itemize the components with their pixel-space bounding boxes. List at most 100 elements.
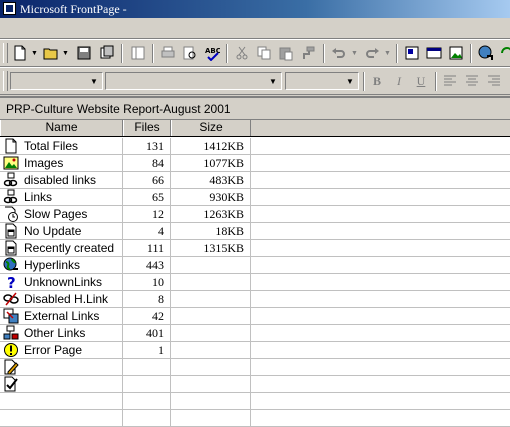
files-cell: 12 [123, 206, 171, 222]
frontpage-app-icon[interactable] [3, 2, 16, 15]
redo-dropdown-arrow-icon[interactable]: ▼ [383, 44, 392, 62]
row-label: UnknownLinks [24, 275, 103, 289]
name-cell: Disabled H.Link [0, 291, 123, 307]
files-cell [123, 410, 171, 426]
size-column-header[interactable]: Size [171, 120, 251, 136]
broken-link-icon [3, 291, 19, 307]
insert-table-icon[interactable] [424, 44, 444, 62]
align-right-icon[interactable] [484, 72, 504, 90]
toolbar-grip[interactable] [3, 43, 8, 63]
table-row[interactable]: Disabled H.Link 8 [0, 291, 510, 308]
table-row[interactable] [0, 393, 510, 410]
table-row[interactable] [0, 376, 510, 393]
toolbar-separator [396, 44, 398, 63]
spelling-icon[interactable]: ABC [202, 44, 222, 62]
size-cell: 1412KB [171, 138, 251, 154]
undo-dropdown-arrow-icon[interactable]: ▼ [350, 44, 359, 62]
table-row[interactable]: ? UnknownLinks 10 [0, 274, 510, 291]
new-page-icon[interactable] [10, 44, 30, 62]
paste-icon[interactable] [276, 44, 296, 62]
row-label: Recently created [24, 241, 115, 255]
table-row[interactable]: disabled links 66 483KB [0, 172, 510, 189]
toolbar-separator [121, 44, 123, 63]
chain-link-icon [3, 189, 19, 205]
name-cell: Error Page [0, 342, 123, 358]
name-cell [0, 393, 123, 409]
font-size-select[interactable]: ▼ [285, 72, 359, 90]
files-column-header[interactable]: Files [123, 120, 171, 136]
table-row[interactable]: Other Links 401 [0, 325, 510, 342]
align-left-icon[interactable] [440, 72, 460, 90]
image-icon [3, 155, 19, 171]
external-link-icon [3, 308, 19, 324]
files-cell [123, 393, 171, 409]
row-label: No Update [24, 224, 82, 238]
table-row[interactable] [0, 359, 510, 376]
redo-icon[interactable] [362, 44, 382, 62]
align-center-icon[interactable] [462, 72, 482, 90]
files-cell [123, 359, 171, 375]
name-cell: Other Links [0, 325, 123, 341]
table-row[interactable]: Hyperlinks 443 [0, 257, 510, 274]
folder-list-icon[interactable] [128, 44, 148, 62]
title-bar: Microsoft FrontPage - [0, 0, 510, 18]
new-dropdown-arrow-icon[interactable]: ▼ [30, 44, 39, 62]
size-cell [171, 274, 251, 290]
pencil-page-icon [3, 359, 19, 375]
table-row[interactable]: Links 65 930KB [0, 189, 510, 206]
name-cell: Total Files [0, 138, 123, 154]
row-label: Images [24, 156, 64, 170]
cut-icon[interactable] [232, 44, 252, 62]
row-label: Error Page [24, 343, 83, 357]
italic-button[interactable]: I [389, 72, 409, 90]
open-folder-icon[interactable] [41, 44, 61, 62]
style-select[interactable]: ▼ [10, 72, 103, 90]
files-cell: 1 [123, 342, 171, 358]
size-cell: 930KB [171, 189, 251, 205]
table-row[interactable]: External Links 42 [0, 308, 510, 325]
files-cell: 10 [123, 274, 171, 290]
name-cell: Hyperlinks [0, 257, 123, 273]
name-cell [0, 359, 123, 375]
page-icon [3, 138, 19, 154]
table-row[interactable]: Recently created 111 1315KB [0, 240, 510, 257]
menu-bar [0, 18, 510, 39]
toolbar-separator [470, 44, 472, 63]
copy-icon[interactable] [254, 44, 274, 62]
save-icon[interactable] [74, 44, 94, 62]
print-icon[interactable] [158, 44, 178, 62]
refresh-icon[interactable] [497, 44, 510, 62]
table-row[interactable]: Slow Pages 12 1263KB [0, 206, 510, 223]
publish-icon[interactable] [97, 44, 117, 62]
calendar-page-icon [3, 240, 19, 256]
globe-icon [3, 257, 19, 273]
name-column-header[interactable]: Name [0, 120, 123, 136]
files-cell: 401 [123, 325, 171, 341]
table-row[interactable] [0, 410, 510, 427]
files-cell: 8 [123, 291, 171, 307]
name-cell: External Links [0, 308, 123, 324]
format-painter-icon[interactable] [298, 44, 318, 62]
web-component-icon[interactable] [402, 44, 422, 62]
files-cell: 65 [123, 189, 171, 205]
table-row[interactable]: No Update 4 18KB [0, 223, 510, 240]
table-row[interactable]: Total Files 131 1412KB [0, 138, 510, 155]
size-cell: 18KB [171, 223, 251, 239]
underline-button[interactable]: U [411, 72, 431, 90]
column-headers: Name Files Size [0, 120, 510, 137]
preview-icon[interactable] [180, 44, 200, 62]
files-cell: 84 [123, 155, 171, 171]
undo-icon[interactable] [329, 44, 349, 62]
name-cell [0, 376, 123, 392]
files-cell: 443 [123, 257, 171, 273]
size-cell [171, 393, 251, 409]
toolbar-grip[interactable] [3, 71, 8, 91]
table-row[interactable]: Images 84 1077KB [0, 155, 510, 172]
hyperlink-icon[interactable] [476, 44, 496, 62]
open-dropdown-arrow-icon[interactable]: ▼ [61, 44, 70, 62]
bold-button[interactable]: B [367, 72, 387, 90]
table-row[interactable]: Error Page 1 [0, 342, 510, 359]
font-select[interactable]: ▼ [105, 72, 282, 90]
insert-picture-icon[interactable] [446, 44, 466, 62]
row-label: Disabled H.Link [24, 292, 109, 306]
